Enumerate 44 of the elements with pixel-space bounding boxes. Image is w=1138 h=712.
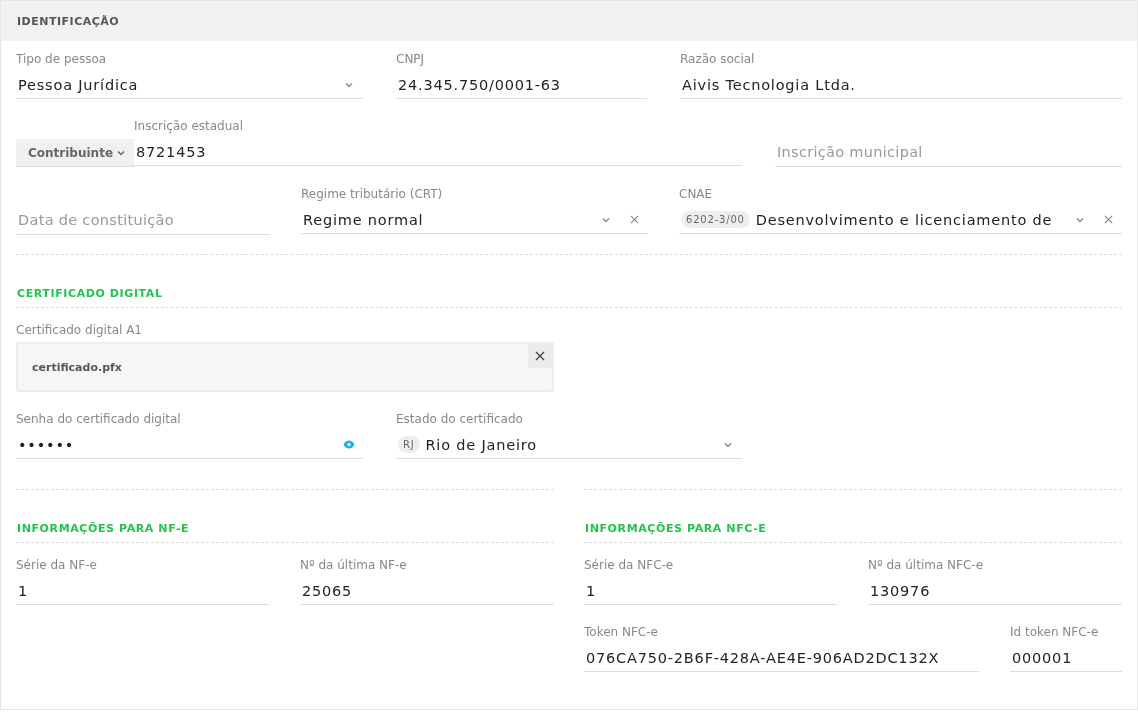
close-icon — [1103, 215, 1113, 224]
input-field[interactable]: 25065 — [300, 577, 554, 605]
section-heading: CERTIFICADO DIGITAL — [16, 286, 164, 302]
select-field[interactable]: Regime normal — [301, 206, 648, 234]
code-tag: 6202-3/00 — [681, 211, 750, 228]
field-label: Estado do certificado — [396, 411, 524, 427]
section-heading: INFORMAÇÕES PARA NF-E — [16, 521, 191, 537]
close-icon — [535, 351, 545, 361]
section-title: IDENTIFICAÇÃO — [17, 14, 120, 28]
input-field[interactable]: Inscrição municipal — [775, 138, 1122, 167]
input-field[interactable]: 130976 — [868, 577, 1122, 605]
close-icon — [629, 215, 639, 224]
select-field[interactable]: RJ Rio de Janeiro — [396, 431, 742, 459]
input-field[interactable]: 8721453 — [134, 138, 742, 166]
file-upload-field[interactable]: certificado.pfx — [16, 342, 554, 392]
field-label: Inscrição estadual — [134, 118, 244, 134]
field-label: Nº da última NFC-e — [868, 557, 985, 573]
file-name: certificado.pfx — [32, 360, 122, 374]
input-field[interactable]: 1 — [16, 577, 269, 605]
section-heading: INFORMAÇÕES PARA NFC-E — [584, 521, 768, 537]
field-label: Razão social — [680, 51, 756, 67]
field-label: Token NFC-e — [584, 624, 659, 640]
field-label: Id token NFC-e — [1010, 624, 1100, 640]
field-label: Tipo de pessoa — [16, 51, 108, 67]
field-label: Regime tributário (CRT) — [301, 186, 444, 202]
input-field[interactable]: 076CA750-2B6F-428A-AE4E-906AD2DC132X — [584, 644, 979, 672]
field-label: Nº da última NF-e — [300, 557, 408, 573]
field-label: Certificado digital A1 — [16, 322, 143, 338]
input-field[interactable]: 000001 — [1010, 644, 1122, 672]
field-label: CNAE — [679, 186, 714, 202]
remove-file-button[interactable] — [528, 344, 552, 368]
input-field[interactable]: 1 — [584, 577, 837, 605]
contribuinte-dropdown-button[interactable]: Contribuinte — [16, 139, 135, 167]
input-field[interactable]: 24.345.750/0001-63 — [396, 71, 647, 99]
select-field[interactable]: Pessoa Jurídica — [16, 71, 363, 99]
field-label: Série da NF-e — [16, 557, 98, 573]
input-field[interactable]: Aivis Tecnologia Ltda. — [680, 71, 1122, 99]
code-tag: RJ — [398, 436, 420, 453]
field-label: Senha do certificado digital — [16, 411, 182, 427]
field-label: Série da NFC-e — [584, 557, 675, 573]
input-field[interactable]: Data de constituição — [16, 206, 270, 235]
field-label: CNPJ — [396, 51, 426, 67]
select-field[interactable]: 6202-3/00 Desenvolvimento e licenciamento de — [679, 206, 1122, 234]
password-field[interactable]: •••••• — [16, 431, 363, 459]
